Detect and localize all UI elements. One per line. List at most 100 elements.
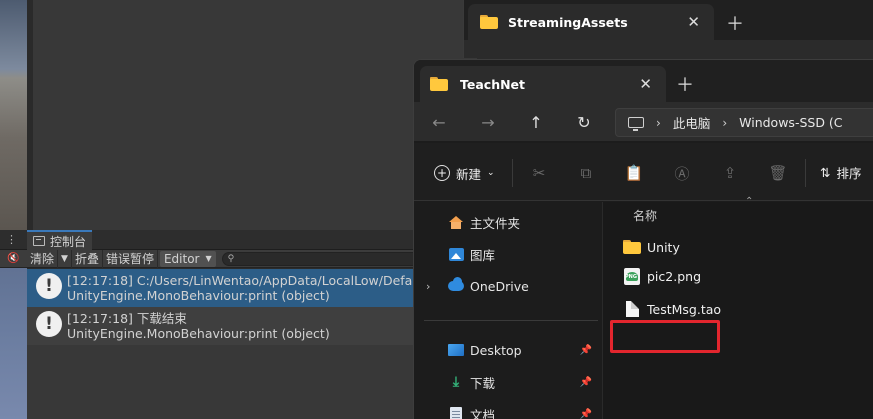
console-search-input[interactable]: ⚲	[221, 251, 422, 266]
console-log-list: ! [12:17:18] C:/Users/LinWentao/AppData/…	[27, 269, 477, 419]
error-pause-button[interactable]: 错误暂停	[103, 249, 158, 268]
divider	[805, 159, 806, 187]
rename-icon[interactable]: Ⓐ	[672, 163, 692, 183]
file-name: Unity	[647, 239, 680, 255]
navigation-bar: ← → ↑ ↻ › 此电脑 › Windows-SSD (C	[414, 102, 873, 142]
list-item[interactable]: pic2.png	[613, 263, 701, 289]
scene-view-strip-lower	[0, 250, 27, 419]
folder-icon	[430, 77, 448, 91]
delete-icon[interactable]: 🗑	[768, 163, 788, 183]
info-icon: !	[36, 273, 62, 299]
copy-icon[interactable]: ⧉	[576, 163, 596, 183]
new-tab-button[interactable]: ＋	[726, 10, 744, 36]
gallery-icon-wrap	[448, 246, 464, 262]
download-icon-wrap: ⤓	[448, 374, 464, 390]
close-icon[interactable]: ✕	[687, 13, 700, 31]
file-icon-wrap	[623, 300, 641, 318]
sort-icon: ⇅	[820, 165, 831, 180]
sort-button-label: 排序	[836, 166, 862, 181]
unity-panel-area	[27, 0, 477, 230]
forward-button[interactable]: →	[475, 110, 501, 134]
png-icon-wrap	[623, 267, 641, 285]
pin-icon[interactable]: 📌	[580, 377, 592, 388]
desktop-icon	[448, 344, 464, 356]
console-header: ⋮ 控制台	[0, 230, 477, 250]
sidebar-item-label: Desktop	[470, 342, 522, 358]
log-message: [12:17:18] 下载结束	[67, 311, 187, 326]
desktop-icon-wrap	[448, 342, 464, 358]
sort-indicator-icon: ⌃	[745, 196, 754, 207]
new-button-label: 新建	[456, 166, 482, 182]
file-name: TestMsg.tao	[647, 301, 722, 317]
log-entry[interactable]: ! [12:17:18] 下载结束 UnityEngine.MonoBehavi…	[27, 307, 477, 345]
sort-button[interactable]: ⇅ 排序	[820, 163, 862, 182]
chevron-right-icon[interactable]: ›	[656, 116, 661, 130]
explorer-window: TeachNet ✕ ＋ ← → ↑ ↻ › 此电脑 › Windows-SSD…	[413, 59, 873, 419]
clear-button[interactable]: 清除	[27, 249, 59, 268]
file-name: pic2.png	[647, 268, 701, 284]
tab-title: StreamingAssets	[508, 14, 628, 30]
console-toolbar: 🔇 清除 ▼ 折叠 错误暂停 Editor ▼ ⚲	[0, 249, 477, 268]
scene-view-strip	[0, 0, 27, 230]
navigation-pane: 主文件夹 图库 › OneDrive Desktop 📌 ⤓ 下载 📌 文档 📌	[414, 202, 602, 419]
file-list: 名称 ⌃ Unity pic2.png TestMsg.tao	[603, 196, 873, 419]
sidebar-item-label: 主文件夹	[470, 215, 521, 231]
log-stacktrace: UnityEngine.MonoBehaviour:print (object)	[67, 288, 330, 303]
address-bar[interactable]: › 此电脑 › Windows-SSD (C	[615, 108, 873, 137]
close-icon[interactable]: ✕	[639, 75, 652, 93]
sidebar-item-documents[interactable]: 文档 📌	[414, 400, 602, 419]
log-message: [12:17:18] C:/Users/LinWentao/AppData/Lo…	[67, 273, 446, 288]
sidebar-item-downloads[interactable]: ⤓ 下载 📌	[414, 368, 602, 396]
tab-console[interactable]: 控制台	[27, 230, 93, 250]
documents-icon	[450, 407, 462, 419]
breadcrumb-this-pc[interactable]: 此电脑	[673, 113, 711, 132]
chevron-right-icon[interactable]: ›	[722, 116, 727, 130]
up-button[interactable]: ↑	[523, 110, 549, 134]
pin-icon[interactable]: 📌	[580, 409, 592, 419]
chevron-down-icon: ▼	[205, 254, 212, 263]
folder-icon	[480, 15, 498, 29]
sidebar-item-gallery[interactable]: 图库	[414, 240, 602, 268]
chevron-right-icon[interactable]: ›	[426, 280, 430, 293]
editor-dropdown[interactable]: Editor ▼	[159, 250, 216, 267]
download-icon: ⤓	[452, 374, 460, 390]
explorer-window-back: StreamingAssets ✕ ＋	[463, 0, 873, 58]
collapse-button[interactable]: 折叠	[72, 249, 103, 268]
sidebar-item-label: 下载	[470, 375, 496, 391]
lock-icon[interactable]: 🔇	[0, 250, 27, 268]
refresh-button[interactable]: ↻	[571, 110, 597, 134]
sidebar-item-desktop[interactable]: Desktop 📌	[414, 336, 602, 364]
screen: ⋮ 控制台 🔇 清除 ▼ 折叠 错误暂停 Editor ▼ ⚲ ! [12:17…	[0, 0, 873, 419]
documents-icon-wrap	[448, 406, 464, 419]
tab-teachnet[interactable]: TeachNet ✕	[420, 66, 666, 102]
tab-streamingassets[interactable]: StreamingAssets ✕	[468, 4, 714, 40]
pin-icon[interactable]: 📌	[580, 345, 592, 356]
cut-icon[interactable]: ✂	[529, 163, 549, 183]
divider	[424, 320, 598, 321]
share-icon[interactable]: ⇪	[720, 163, 740, 183]
paste-icon[interactable]: 📋	[624, 163, 644, 183]
log-entry[interactable]: ! [12:17:18] C:/Users/LinWentao/AppData/…	[27, 269, 477, 307]
highlight-annotation	[610, 320, 720, 353]
console-icon	[33, 236, 45, 246]
folder-icon	[623, 240, 641, 254]
chevron-down-icon: ⌄	[487, 168, 495, 178]
file-icon	[625, 301, 639, 317]
sidebar-item-onedrive[interactable]: › OneDrive	[414, 272, 602, 300]
gallery-icon	[448, 247, 464, 261]
list-item[interactable]: Unity	[613, 234, 680, 260]
back-button[interactable]: ←	[426, 110, 452, 134]
new-tab-button[interactable]: ＋	[676, 71, 694, 97]
command-bar: + 新建 ⌄ ✂ ⧉ 📋 Ⓐ ⇪ 🗑 ⇅ 排序	[414, 143, 873, 201]
tab-title: TeachNet	[460, 76, 526, 92]
kebab-icon[interactable]: ⋮	[6, 233, 17, 246]
breadcrumb-drive[interactable]: Windows-SSD (C	[739, 115, 842, 130]
clear-options-dropdown[interactable]: ▼	[58, 249, 72, 268]
sidebar-item-label: 文档	[470, 407, 496, 419]
new-button[interactable]: + 新建 ⌄	[434, 163, 495, 183]
list-item[interactable]: TestMsg.tao	[613, 296, 721, 322]
sidebar-item-home[interactable]: 主文件夹	[414, 208, 602, 236]
column-header-name[interactable]: 名称	[633, 207, 657, 224]
plus-circle-icon: +	[434, 165, 450, 181]
divider	[512, 159, 513, 187]
